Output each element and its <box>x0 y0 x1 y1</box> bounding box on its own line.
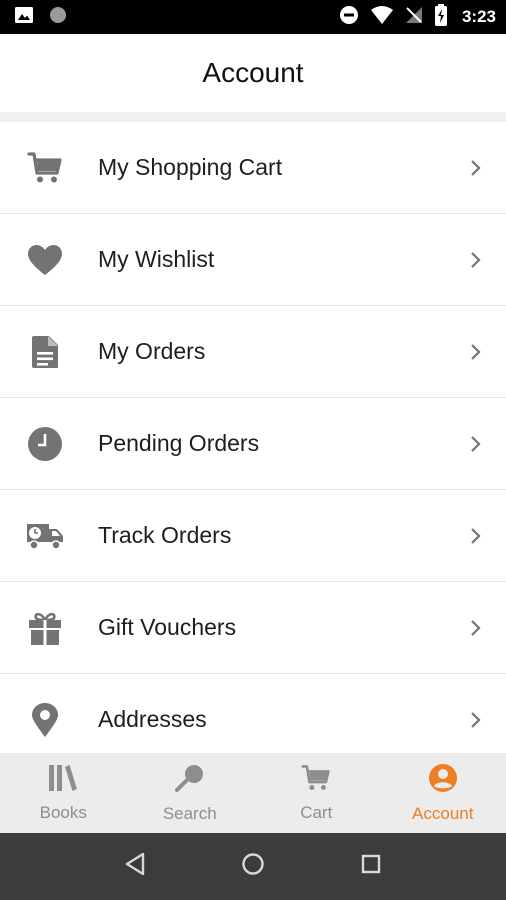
app-header: Account <box>0 34 506 112</box>
nav-tab-search[interactable]: Search <box>127 753 254 833</box>
search-icon <box>174 763 205 798</box>
menu-item-label: Addresses <box>98 706 207 732</box>
clock-icon <box>0 398 98 490</box>
account-icon <box>428 763 458 798</box>
location-pin-icon <box>0 674 98 766</box>
cart-icon <box>0 122 98 214</box>
wifi-icon <box>370 5 394 30</box>
menu-item-shopping-cart[interactable]: My Shopping Cart <box>0 122 506 214</box>
image-notification-icon <box>14 5 34 30</box>
delivery-truck-icon <box>0 490 98 582</box>
nav-tab-label: Search <box>162 803 217 823</box>
menu-item-orders[interactable]: My Orders <box>0 306 506 398</box>
nav-tab-label: Cart <box>300 802 333 822</box>
menu-item-label: Gift Vouchers <box>98 614 237 640</box>
books-icon <box>48 764 78 797</box>
menu-item-track-orders[interactable]: Track Orders <box>0 490 506 582</box>
nav-tab-label: Account <box>412 803 474 823</box>
nav-tab-label: Books <box>39 802 87 822</box>
chevron-right-icon <box>446 527 506 545</box>
chevron-right-icon <box>446 343 506 361</box>
menu-item-label: My Shopping Cart <box>98 154 283 180</box>
document-icon <box>0 306 98 398</box>
system-navigation-bar <box>0 833 506 900</box>
menu-item-wishlist[interactable]: My Wishlist <box>0 214 506 306</box>
heart-icon <box>0 214 98 306</box>
nav-tab-account[interactable]: Account <box>380 753 506 833</box>
do-not-disturb-icon <box>338 4 360 31</box>
battery-charging-icon <box>434 3 448 31</box>
menu-item-label: Pending Orders <box>98 430 260 456</box>
gift-icon <box>0 582 98 674</box>
cart-icon <box>301 764 331 797</box>
nav-tab-books[interactable]: Books <box>0 753 127 833</box>
section-divider <box>0 112 506 122</box>
nav-tab-cart[interactable]: Cart <box>253 753 380 833</box>
menu-item-label: Track Orders <box>98 522 232 548</box>
chevron-right-icon <box>446 251 506 269</box>
chevron-right-icon <box>446 159 506 177</box>
recents-icon[interactable] <box>360 853 382 880</box>
page-title: Account <box>202 57 304 88</box>
no-signal-icon <box>404 5 424 30</box>
status-time: 3:23 <box>461 7 496 26</box>
status-bar: 3:23 <box>0 0 506 34</box>
chevron-right-icon <box>446 711 506 729</box>
chevron-right-icon <box>446 435 506 453</box>
menu-item-label: My Orders <box>98 338 206 364</box>
chevron-right-icon <box>446 619 506 637</box>
bottom-navigation: Books Search Cart Account <box>0 753 506 833</box>
back-icon[interactable] <box>124 852 146 881</box>
home-icon[interactable] <box>241 852 265 881</box>
circle-notification-icon <box>48 5 68 30</box>
menu-item-pending-orders[interactable]: Pending Orders <box>0 398 506 490</box>
account-menu: My Shopping Cart My Wishlist My Orders P… <box>0 122 506 766</box>
menu-item-gift-vouchers[interactable]: Gift Vouchers <box>0 582 506 674</box>
menu-item-label: My Wishlist <box>98 246 215 272</box>
